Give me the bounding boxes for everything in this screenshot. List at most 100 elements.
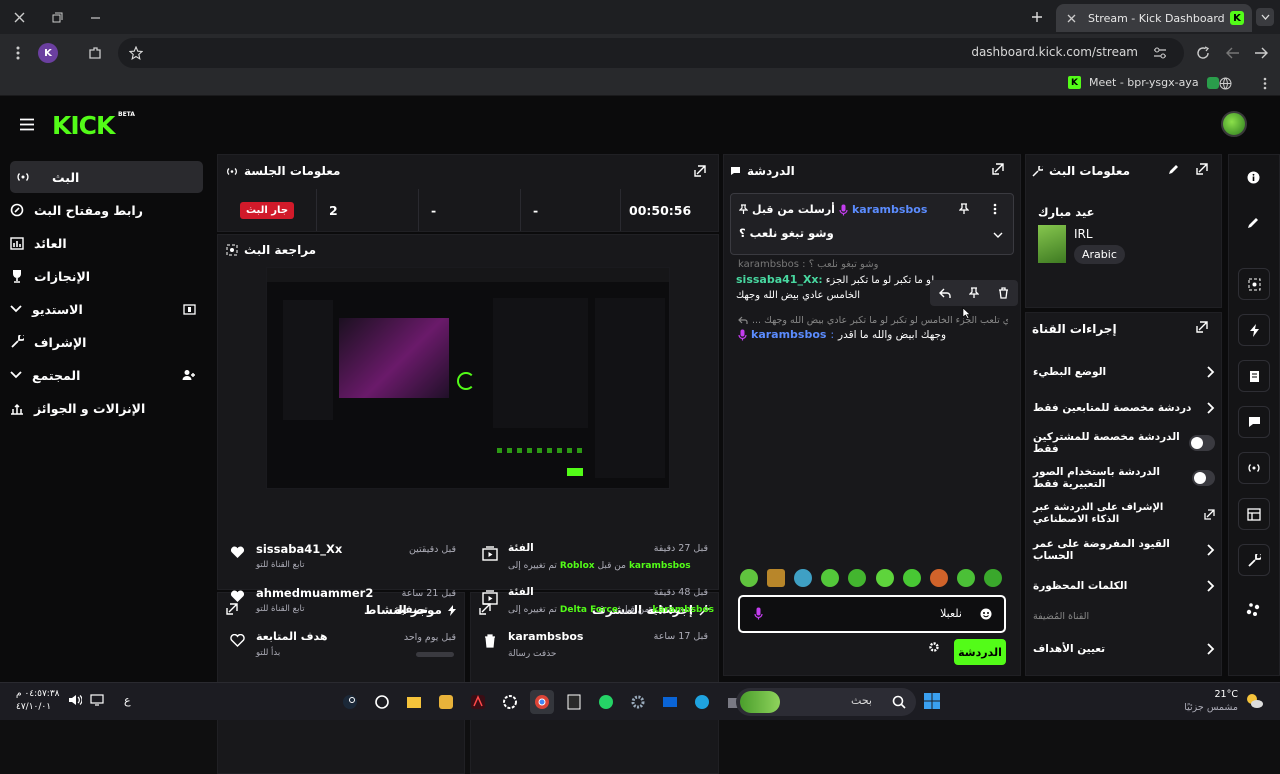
globe-icon[interactable] — [1218, 76, 1232, 90]
emote-icon[interactable] — [956, 569, 975, 587]
detail-user[interactable]: karambsbos — [629, 561, 691, 571]
edge-icon[interactable] — [690, 690, 714, 714]
popout-icon[interactable] — [1196, 321, 1208, 333]
nav-item-community[interactable]: المجتمع — [10, 359, 200, 391]
channel-action-account-age[interactable]: القيود المفروضة على عمر الحساب — [1033, 538, 1215, 562]
mod-action-item[interactable]: الفئة قبل 27 دقيقة تم تغييره إلى Roblox … — [478, 538, 712, 580]
edit-icon[interactable] — [1168, 164, 1179, 175]
activity-user[interactable]: sissaba41_Xx — [256, 542, 342, 556]
trash-icon[interactable] — [998, 287, 1009, 299]
message-user[interactable]: karambsbos — [751, 328, 826, 341]
chat-message[interactable]: karambsbos: وجهك ابيض والله ما اقدر — [738, 328, 946, 341]
subscribers-toggle[interactable] — [1188, 435, 1215, 451]
active-tab[interactable]: Stream - Kick Dashboard K — [1056, 4, 1252, 32]
settings-icon[interactable] — [928, 641, 940, 653]
emote-icon[interactable] — [983, 569, 1002, 587]
hamburger-menu-icon[interactable] — [18, 116, 36, 132]
share-icon[interactable] — [1244, 600, 1262, 618]
stream-video[interactable] — [266, 267, 670, 489]
openai-icon[interactable] — [498, 690, 522, 714]
pinned-user[interactable]: karambsbos — [852, 203, 927, 216]
chat-input[interactable]: نلعبلا — [738, 595, 1006, 633]
site-settings-icon[interactable] — [1152, 45, 1168, 61]
close-tab-icon[interactable] — [1064, 11, 1078, 25]
outlook-icon[interactable] — [658, 690, 682, 714]
popout-icon[interactable] — [692, 163, 708, 179]
channel-action-emotes[interactable]: الدردشة باستخدام الصور التعبيرية فقط — [1033, 466, 1215, 490]
reload-icon[interactable] — [1194, 44, 1212, 62]
preview-rail-button[interactable] — [1238, 268, 1270, 300]
emote-icon[interactable] — [929, 569, 948, 587]
category-name[interactable]: IRL — [1074, 227, 1093, 241]
wrench-rail-button[interactable] — [1238, 544, 1270, 576]
chat-rail-button[interactable] — [1238, 406, 1270, 438]
notes-rail-button[interactable] — [1238, 360, 1270, 392]
clock[interactable]: ٠٤:٥٧:٣٨ م ٤٧/١٠/٠١ — [16, 688, 60, 714]
nav-item-achievements[interactable]: الإنجازات — [10, 260, 200, 292]
layout-rail-button[interactable] — [1238, 498, 1270, 530]
browser-menu-icon[interactable] — [10, 44, 26, 62]
chatgpt-icon[interactable] — [370, 690, 394, 714]
tab-list-chevron-icon[interactable] — [1256, 8, 1274, 26]
forward-icon[interactable] — [1224, 44, 1242, 62]
bookmarks-more-icon[interactable] — [1258, 76, 1272, 90]
whatsapp-icon[interactable] — [594, 690, 618, 714]
nav-item-revenue[interactable]: العائد — [10, 227, 200, 259]
back-icon[interactable] — [1252, 44, 1270, 62]
edit-icon[interactable] — [1244, 214, 1262, 232]
kebab-menu-icon[interactable] — [993, 203, 997, 215]
popout-icon[interactable] — [992, 163, 1004, 175]
emote-icon[interactable] — [821, 569, 840, 587]
emote-icon[interactable] — [902, 569, 921, 587]
activity-item[interactable]: sissaba41_Xx تابع القناة للتو قبل دقيقتي… — [226, 538, 460, 576]
emoji-icon[interactable] — [980, 608, 992, 620]
restore-window-icon[interactable] — [48, 8, 66, 26]
channel-action-subscribers[interactable]: الدردشة مخصصة للمشتركين فقط — [1033, 431, 1215, 455]
channel-action-slow-mode[interactable]: الوضع البطيء — [1033, 362, 1215, 382]
nav-item-drops[interactable]: الإنزالات و الجوائز — [10, 392, 200, 424]
emote-icon[interactable] — [848, 569, 867, 587]
reply-icon[interactable] — [939, 288, 951, 299]
bookmark-star-icon[interactable] — [128, 45, 144, 61]
taskbar-search[interactable]: بحث — [736, 688, 916, 716]
channel-action-banned-words[interactable]: الكلمات المحظورة — [1033, 576, 1215, 596]
app-r-icon[interactable] — [434, 690, 458, 714]
bolt-rail-button[interactable] — [1238, 314, 1270, 346]
minimize-window-icon[interactable] — [86, 8, 104, 26]
broadcast-rail-button[interactable] — [1238, 452, 1270, 484]
info-icon[interactable] — [1244, 168, 1262, 186]
chat-message[interactable]: sissaba41_Xx: لو ما تكبر لو ما تكبر الجز… — [736, 272, 940, 303]
kick-logo[interactable]: KICK — [52, 111, 115, 140]
pinned-message[interactable]: أرسلت من قبل karambsbos وشو تبغو نلعب ؟ — [730, 193, 1014, 255]
network-icon[interactable] — [90, 694, 104, 706]
mod-action-item[interactable]: الفئة قبل 48 دقيقة تم تغييره إلى Delta F… — [478, 582, 714, 624]
settings-gear-icon[interactable] — [626, 690, 650, 714]
channel-action-followers[interactable]: دردشة مخصصة للمتابعين فقط — [1033, 398, 1215, 418]
emotes-toggle[interactable] — [1191, 470, 1215, 486]
steam-icon[interactable] — [338, 690, 362, 714]
send-chat-button[interactable]: الدردشة — [954, 639, 1006, 665]
url-field[interactable]: dashboard.kick.com/stream — [118, 38, 1184, 68]
emote-icon[interactable] — [740, 569, 758, 587]
activity-user[interactable]: ahmedmuammer2 — [256, 586, 373, 600]
chevron-down-icon[interactable] — [993, 232, 1003, 238]
nav-item-stream[interactable]: البث — [10, 161, 203, 193]
bookmark-meet[interactable]: K Meet - bpr-ysgx-aya — [1068, 76, 1219, 89]
epic-icon[interactable] — [562, 690, 586, 714]
detail-user[interactable]: karambsbos — [652, 605, 714, 615]
chrome-icon[interactable] — [530, 690, 554, 714]
pin-icon[interactable] — [959, 203, 969, 215]
activity-item[interactable]: هدف المتابعة بدأ للتو قبل يوم واحد — [226, 626, 460, 664]
input-language[interactable]: ع — [124, 694, 131, 707]
user-avatar[interactable] — [1221, 111, 1247, 137]
channel-action-goals[interactable]: تعيين الأهداف — [1033, 639, 1215, 659]
file-explorer-icon[interactable] — [402, 690, 426, 714]
emote-icon[interactable] — [767, 569, 786, 587]
new-tab-icon[interactable] — [1028, 8, 1046, 26]
nav-item-stream-key[interactable]: رابط ومفتاح البث — [10, 194, 200, 226]
close-window-icon[interactable] — [10, 8, 28, 26]
windows-start-icon[interactable] — [924, 693, 940, 709]
message-user[interactable]: sissaba41_Xx — [736, 273, 819, 286]
emote-icon[interactable] — [875, 569, 894, 587]
nav-item-studio[interactable]: الاستديو — [10, 293, 200, 325]
